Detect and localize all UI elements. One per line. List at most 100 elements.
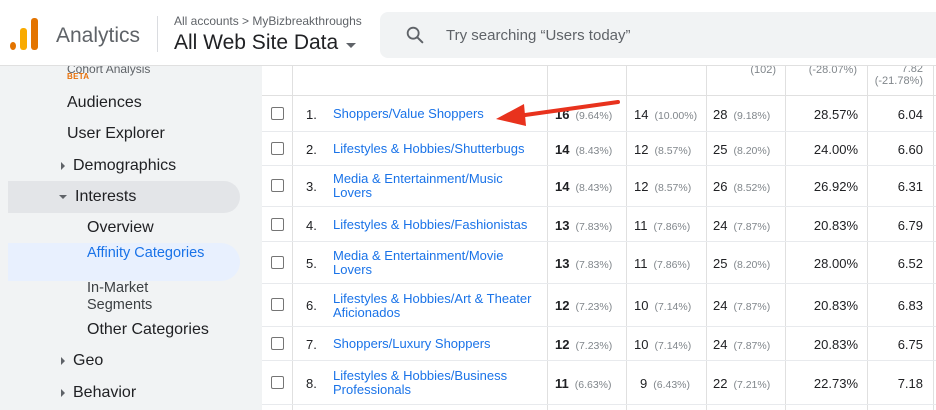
category-link[interactable]: Media & Entertainment/Music Lovers	[333, 172, 523, 200]
sidebar-item-label: Affinity Categories	[87, 245, 205, 261]
pages-per-session-cell: 6.04	[897, 107, 923, 122]
pages-per-session-cell: 6.60	[897, 142, 923, 157]
row-index: 8.	[306, 376, 317, 391]
caret-right-icon	[61, 161, 65, 170]
sidebar-item-label: Demographics	[73, 157, 177, 174]
header-divider	[157, 16, 158, 52]
users-cell: 12 (7.23%)	[555, 298, 613, 313]
pages-per-session-cell: 6.83	[897, 298, 923, 313]
new-users-cell: 10 (7.14%)	[634, 337, 692, 352]
row-checkbox[interactable]	[271, 107, 284, 120]
table-row[interactable]: 6. Lifestyles & Hobbies/Art & Theater Af…	[262, 284, 936, 327]
row-checkbox[interactable]	[271, 142, 284, 155]
row-checkbox[interactable]	[271, 179, 284, 192]
sessions-cell: 25 (8.20%)	[713, 142, 771, 157]
table-row[interactable]: 8. Lifestyles & Hobbies/Business Profess…	[262, 361, 936, 405]
row-checkbox[interactable]	[271, 376, 284, 389]
caret-down-icon	[59, 194, 67, 199]
new-users-cell: 9 (6.43%)	[640, 376, 690, 391]
table-row[interactable]: 3. Media & Entertainment/Music Lovers 14…	[262, 166, 936, 207]
row-index: 1.	[306, 107, 317, 122]
sidebar-item-interests[interactable]: Interests	[59, 185, 136, 209]
sessions-cell: 24 (7.87%)	[713, 218, 771, 233]
table-row[interactable]: 7. Shoppers/Luxury Shoppers 12 (7.23%) 10…	[262, 327, 936, 361]
table-row[interactable]: 4. Lifestyles & Hobbies/Fashionistas 13(…	[262, 207, 936, 242]
sidebar-item-cohort-analysis[interactable]: Cohort Analysis	[67, 66, 262, 76]
sidebar-item-label: Other Categories	[87, 321, 209, 338]
bounce-rate-cell: 26.92%	[813, 179, 858, 194]
annotation-arrow-icon	[496, 100, 620, 126]
category-link[interactable]: Lifestyles & Hobbies/Shutterbugs	[333, 142, 543, 156]
sidebar-item-in-market-segments[interactable]: In-Market Segments	[87, 280, 207, 314]
account-breadcrumb[interactable]: All accounts > MyBizbreakthroughs	[174, 14, 362, 28]
sidebar-item-label: Behavior	[73, 384, 137, 401]
bounce-rate-cell: 28.00%	[813, 256, 858, 271]
bounce-rate-cell: 28.57%	[813, 107, 858, 122]
users-cell: 14 (8.43%)	[555, 142, 613, 157]
property-selector[interactable]: All Web Site Data	[174, 31, 357, 55]
analytics-logo-icon[interactable]	[10, 16, 40, 50]
pages-per-session-cell: 6.31	[897, 179, 923, 194]
row-checkbox[interactable]	[271, 337, 284, 350]
sidebar-item-label: Audiences	[67, 94, 142, 111]
category-link[interactable]: Shoppers/Luxury Shoppers	[333, 337, 543, 351]
chevron-down-icon	[346, 42, 357, 48]
sidebar-item-label: Overview	[87, 219, 154, 236]
app-name: Analytics	[56, 24, 141, 47]
new-users-cell: 12 (8.57%)	[634, 179, 692, 194]
sessions-cell: 28 (9.18%)	[713, 107, 771, 122]
row-checkbox[interactable]	[271, 256, 284, 269]
new-users-cell: 12 (8.57%)	[634, 142, 692, 157]
users-cell: 11 (6.63%)	[555, 376, 612, 391]
search-bar[interactable]	[380, 12, 936, 58]
table-row[interactable]: 2. Lifestyles & Hobbies/Shutterbugs 14 (8…	[262, 132, 936, 166]
pages-per-session-cell: 6.52	[897, 256, 923, 271]
sidebar-item-behavior[interactable]: Behavior	[61, 381, 136, 405]
pages-per-session-cell: 6.75	[897, 337, 923, 352]
category-link[interactable]: Lifestyles & Hobbies/Business Profession…	[333, 369, 523, 397]
pages-per-session-cell: 7.18	[897, 376, 923, 391]
sidebar-item-label: Interests	[75, 188, 137, 205]
row-index: 2.	[306, 142, 317, 157]
users-cell: 13 (7.83%)	[555, 256, 613, 271]
sidebar-item-label: User Explorer	[67, 125, 165, 142]
sidebar-item-label: Geo	[73, 352, 104, 369]
category-link[interactable]: Lifestyles & Hobbies/Fashionistas	[333, 218, 543, 232]
row-checkbox[interactable]	[271, 218, 284, 231]
users-cell: 14 (8.43%)	[555, 179, 613, 194]
sidebar-item-overview[interactable]: Overview	[87, 216, 154, 240]
caret-right-icon	[61, 388, 65, 397]
sidebar-item-user-explorer[interactable]: User Explorer	[67, 122, 165, 146]
users-cell: 12 (7.23%)	[555, 337, 613, 352]
sidebar-item-demographics[interactable]: Demographics	[61, 154, 176, 178]
row-index: 3.	[306, 179, 317, 194]
sessions-cell: 25 (8.20%)	[713, 256, 771, 271]
sessions-cell: 22 (7.21%)	[713, 376, 771, 391]
row-index: 6.	[306, 298, 317, 313]
sidebar-item-label: In-Market Segments	[87, 280, 153, 313]
bounce-rate-cell: 22.73%	[813, 376, 858, 391]
users-cell: 13 (7.83%)	[555, 218, 613, 233]
bounce-rate-cell: 20.83%	[813, 218, 858, 233]
search-input[interactable]	[446, 24, 906, 46]
sessions-cell: 26 (8.52%)	[713, 179, 771, 194]
category-link[interactable]: Media & Entertainment/Movie Lovers	[333, 249, 523, 277]
bounce-rate-cell: 20.83%	[813, 337, 858, 352]
sidebar-item-other-categories[interactable]: Other Categories	[87, 318, 209, 342]
property-name: All Web Site Data	[174, 31, 339, 54]
sidebar-item-audiences[interactable]: Audiences	[67, 91, 142, 115]
table-row[interactable]: 5. Media & Entertainment/Movie Lovers 13…	[262, 242, 936, 284]
total-pages-change: (-21.78%)	[874, 75, 923, 87]
sessions-cell: 24 (7.87%)	[713, 337, 771, 352]
category-link[interactable]: Lifestyles & Hobbies/Art & Theater Afici…	[333, 292, 538, 320]
sidebar-item-affinity-categories[interactable]: Affinity Categories	[87, 245, 207, 279]
new-users-cell: 10 (7.14%)	[634, 298, 692, 313]
new-users-cell: 11 (7.86%)	[634, 256, 691, 271]
sessions-cell: 24 (7.87%)	[713, 298, 771, 313]
beta-badge: BETA	[67, 72, 90, 81]
total-value: (102)	[750, 66, 776, 76]
bounce-rate-cell: 24.00%	[813, 142, 858, 157]
sidebar-item-geo[interactable]: Geo	[61, 349, 103, 373]
row-index: 7.	[306, 337, 317, 352]
row-checkbox[interactable]	[271, 298, 284, 311]
